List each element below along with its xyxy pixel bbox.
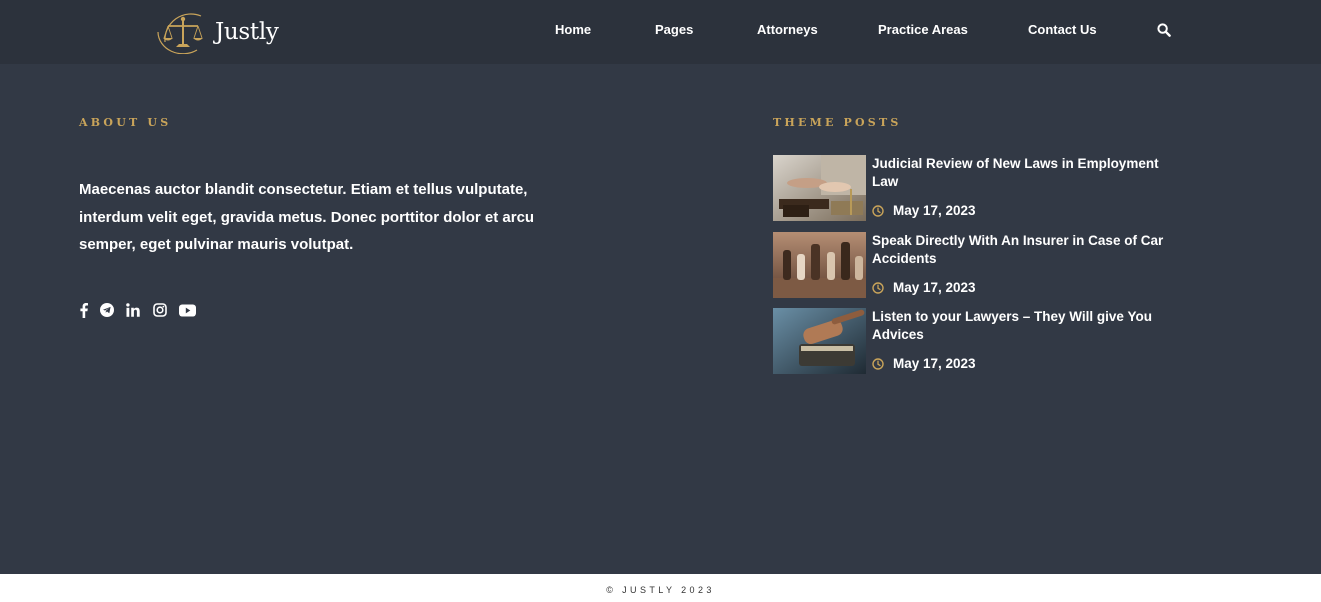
site-header: Justly Home Pages Attorneys Practice Are… xyxy=(0,0,1321,64)
post-thumbnail[interactable] xyxy=(773,308,866,374)
linkedin-icon[interactable] xyxy=(125,302,141,318)
instagram-icon[interactable] xyxy=(151,302,168,318)
post-thumbnail[interactable] xyxy=(773,232,866,298)
post-item[interactable]: Listen to your Lawyers – They Will give … xyxy=(773,308,1193,374)
copyright-text: © JUSTLY 2023 xyxy=(606,585,715,595)
brand-name: Justly xyxy=(215,18,279,45)
post-date: May 17, 2023 xyxy=(872,203,976,218)
search-icon[interactable] xyxy=(1157,23,1171,37)
social-links xyxy=(79,302,206,318)
nav-item-pages[interactable]: Pages xyxy=(655,22,693,37)
about-heading: ABOUT US xyxy=(79,116,172,129)
nav-item-attorneys[interactable]: Attorneys xyxy=(757,22,818,37)
youtube-icon[interactable] xyxy=(178,302,196,318)
post-date-text: May 17, 2023 xyxy=(893,203,976,218)
scales-of-justice-icon xyxy=(157,13,203,54)
post-title[interactable]: Listen to your Lawyers – They Will give … xyxy=(872,308,1172,344)
posts-heading: THEME POSTS xyxy=(773,116,902,129)
clock-icon xyxy=(872,357,884,370)
logo[interactable]: Justly xyxy=(155,8,279,54)
post-thumbnail[interactable] xyxy=(773,155,866,221)
site-footer: © JUSTLY 2023 xyxy=(0,574,1321,602)
post-item[interactable]: Speak Directly With An Insurer in Case o… xyxy=(773,232,1193,298)
post-item[interactable]: Judicial Review of New Laws in Employmen… xyxy=(773,155,1193,221)
clock-icon xyxy=(872,281,884,294)
post-date-text: May 17, 2023 xyxy=(893,280,976,295)
post-date: May 17, 2023 xyxy=(872,356,976,371)
post-title[interactable]: Judicial Review of New Laws in Employmen… xyxy=(872,155,1172,191)
post-date: May 17, 2023 xyxy=(872,280,976,295)
about-text: Maecenas auctor blandit consectetur. Eti… xyxy=(79,181,535,253)
telegram-icon[interactable] xyxy=(99,302,115,318)
post-date-text: May 17, 2023 xyxy=(893,356,976,371)
nav-item-home[interactable]: Home xyxy=(555,22,591,37)
facebook-icon[interactable] xyxy=(79,302,89,318)
post-title[interactable]: Speak Directly With An Insurer in Case o… xyxy=(872,232,1172,268)
nav-item-practice-areas[interactable]: Practice Areas xyxy=(878,22,968,37)
clock-icon xyxy=(872,204,884,217)
nav-item-contact-us[interactable]: Contact Us xyxy=(1028,22,1097,37)
